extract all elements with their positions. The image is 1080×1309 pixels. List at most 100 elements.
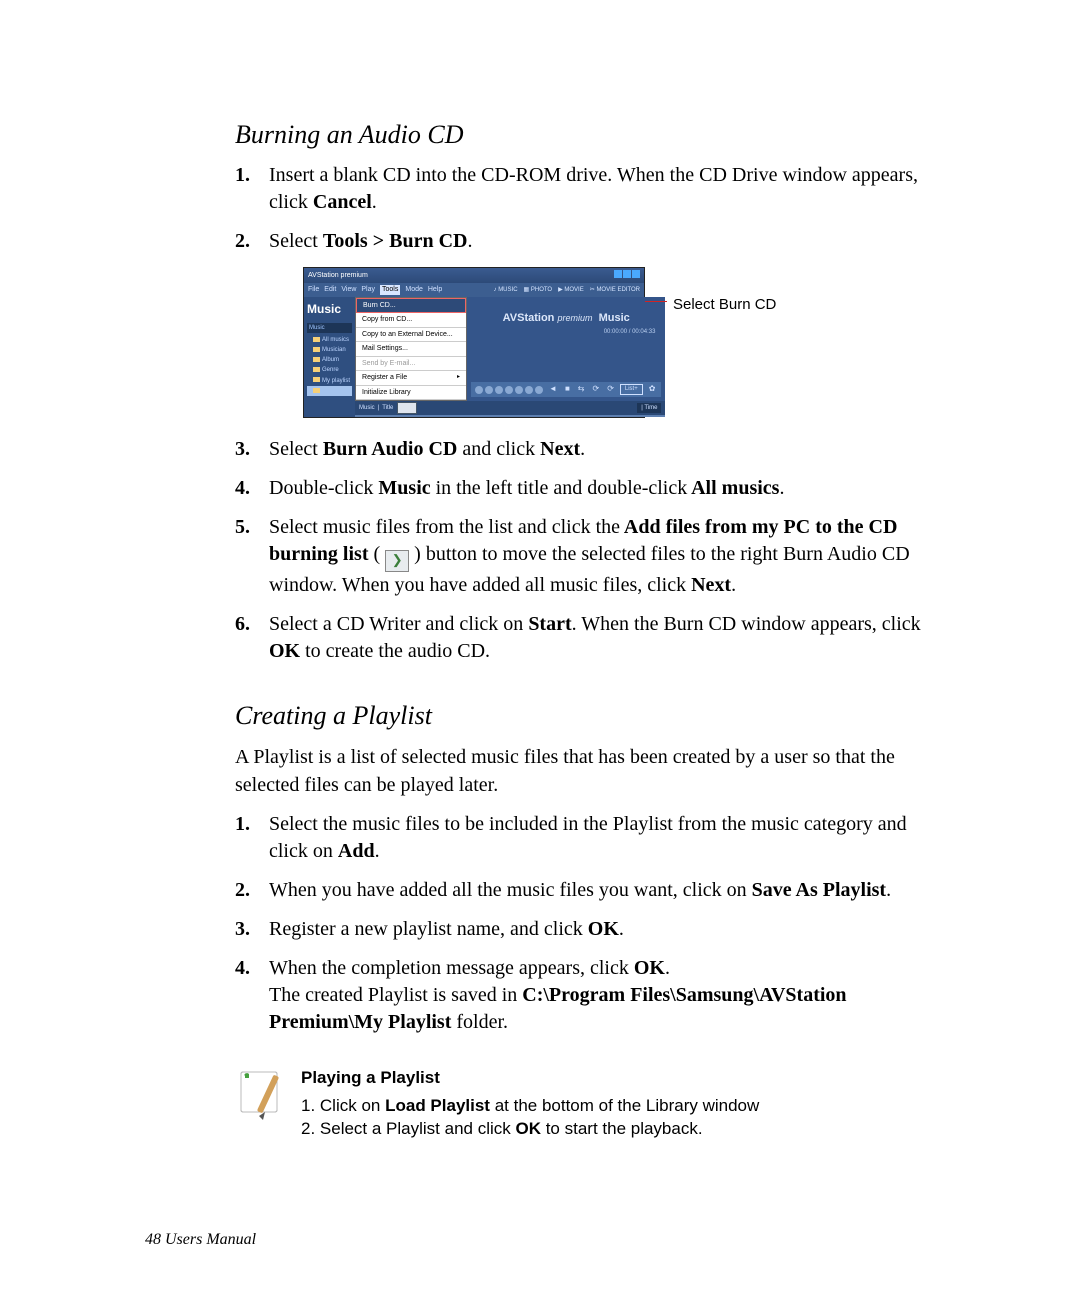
status-tab-title[interactable]: Title xyxy=(382,404,393,412)
app-menubar: File Edit View Play Tools Mode Help ♪ MU… xyxy=(304,283,644,296)
manual-page: Burning an Audio CD 1. Insert a blank CD… xyxy=(0,0,1080,1309)
menu-mode[interactable]: Mode xyxy=(405,285,423,294)
text: . xyxy=(619,918,624,940)
sidebar-category[interactable]: Music xyxy=(307,323,352,333)
dropdown-mail-settings[interactable]: Mail Settings... xyxy=(356,342,466,356)
window-control-icons[interactable] xyxy=(613,270,640,281)
app-title: AVStation premium xyxy=(308,271,368,280)
bold: Start xyxy=(523,613,571,635)
menu-help[interactable]: Help xyxy=(428,285,442,294)
callout: Select Burn CD xyxy=(645,295,776,315)
next-icon[interactable]: ⟳ xyxy=(605,384,616,395)
text: button to move the selected files to the… xyxy=(426,543,778,565)
bold: Next xyxy=(540,438,580,460)
dropdown-burn-cd[interactable]: Burn CD... xyxy=(356,298,466,313)
text: CD Writer and click on xyxy=(337,613,524,635)
music-text: Music xyxy=(599,312,630,324)
dropdown-copy-from-cd[interactable]: Copy from CD... xyxy=(356,313,466,327)
tools-dropdown[interactable]: Burn CD... Copy from CD... Copy to an Ex… xyxy=(355,297,467,401)
sidebar-item-selected[interactable] xyxy=(307,386,352,396)
status-time: | Time xyxy=(637,403,661,413)
text: music files you want, click on xyxy=(507,879,752,901)
settings-icon[interactable]: ✿ xyxy=(647,384,658,395)
shuffle-icon[interactable]: ⇆ xyxy=(576,384,587,395)
bold: Save As Playlist xyxy=(752,879,886,901)
dropdown-copy-to-device[interactable]: Copy to an External Device... xyxy=(356,328,466,342)
sidebar-item-genre[interactable]: Genre xyxy=(307,365,352,375)
callout-text: Select Burn CD xyxy=(673,295,776,315)
menu-tools[interactable]: Tools xyxy=(380,285,400,294)
playlist-intro: A Playlist is a list of selected music f… xyxy=(235,743,940,799)
note-content: Playing a Playlist 1. Click on Load Play… xyxy=(301,1066,759,1141)
time-indicator: 00:00:00 / 00:04:33 xyxy=(604,328,662,336)
step-2: 2. Select Tools > Burn CD. AVStation pre… xyxy=(235,228,940,418)
menu-play[interactable]: Play xyxy=(361,285,375,294)
menu-edit[interactable]: Edit xyxy=(324,285,336,294)
bold: Add xyxy=(338,840,375,862)
step-number: 3. xyxy=(235,916,250,943)
mode-movie-editor[interactable]: ✂ MOVIE EDITOR xyxy=(590,286,640,294)
sidebar-item-album[interactable]: Album xyxy=(307,355,352,365)
step-number: 2. xyxy=(235,877,250,904)
text: . xyxy=(665,957,670,979)
mode-movie[interactable]: ▶ MOVIE xyxy=(558,286,584,294)
callout-line xyxy=(645,301,667,302)
bold: OK xyxy=(634,957,665,979)
step-number: 4. xyxy=(235,475,250,502)
sidebar: Music Music All musics Musician Album Ge… xyxy=(304,297,355,417)
menu-view[interactable]: View xyxy=(341,285,356,294)
status-tab-music[interactable]: Music xyxy=(359,404,375,412)
step-number: 1. xyxy=(235,162,250,189)
text: completion message appears, click xyxy=(351,957,634,979)
folder-icon xyxy=(313,347,320,352)
volume-slider[interactable] xyxy=(397,402,417,414)
text: Select the music files to be included in… xyxy=(269,813,751,835)
text: in the xyxy=(431,477,486,499)
step-number: 5. xyxy=(235,514,250,541)
dropdown-send-email[interactable]: Send by E-mail... xyxy=(356,357,466,371)
text: . xyxy=(731,574,736,596)
main-area: Burn CD... Copy from CD... Copy to an Ex… xyxy=(355,297,665,417)
note-line-2: 2. Select a Playlist and click OK to sta… xyxy=(301,1117,759,1141)
folder-icon xyxy=(313,377,320,382)
text: Select a xyxy=(269,613,337,635)
promo-title: AVStation premium Music xyxy=(503,311,630,326)
repeat-icon[interactable]: ⟳ xyxy=(590,384,601,395)
mode-photo[interactable]: ▦ PHOTO xyxy=(524,286,553,294)
text: The created Playlist is saved in xyxy=(269,984,522,1006)
text: When the xyxy=(269,957,351,979)
text: Burn CD window appears, click xyxy=(663,613,920,635)
bold: Burn Audio CD xyxy=(323,438,458,460)
folder-icon xyxy=(313,367,320,372)
text: . xyxy=(372,191,377,213)
text: Insert a xyxy=(269,164,333,186)
dropdown-initialize-library[interactable]: Initialize Library xyxy=(356,386,466,400)
page-footer: 48 Users Manual xyxy=(145,1231,256,1249)
text: left title and double-click xyxy=(486,477,688,499)
playlist-steps: 1. Select the music files to be included… xyxy=(235,811,940,1036)
screenshot-figure: AVStation premium File Edit View Play To… xyxy=(303,267,940,418)
folder-icon xyxy=(313,357,320,362)
menu-file[interactable]: File xyxy=(308,285,319,294)
text: ) xyxy=(409,543,426,565)
text: Burn Audio CD xyxy=(778,543,910,565)
step-number: 6. xyxy=(235,611,250,638)
note-block: Playing a Playlist 1. Click on Load Play… xyxy=(235,1066,940,1141)
promo-area: AVStation premium Music 00:00:00 / 00:04… xyxy=(467,297,665,401)
text: Select xyxy=(269,438,323,460)
text: . xyxy=(467,230,472,252)
play-icon[interactable]: ■ xyxy=(563,384,572,395)
bold: OK xyxy=(269,640,300,662)
prev-icon[interactable]: ◄ xyxy=(547,384,559,395)
text: to create the audio CD. xyxy=(300,640,490,662)
bold: OK xyxy=(588,918,619,940)
list-button[interactable]: List+ xyxy=(620,384,643,394)
sidebar-item-all-musics[interactable]: All musics xyxy=(307,335,352,345)
sidebar-item-musician[interactable]: Musician xyxy=(307,345,352,355)
text: Double-click xyxy=(269,477,378,499)
mode-music[interactable]: ♪ MUSIC xyxy=(494,286,518,294)
vis-dots xyxy=(475,386,543,394)
dropdown-register-file[interactable]: Register a File xyxy=(356,371,466,385)
sidebar-item-my-playlist[interactable]: My playlist xyxy=(307,376,352,386)
app-titlebar: AVStation premium xyxy=(304,268,644,283)
